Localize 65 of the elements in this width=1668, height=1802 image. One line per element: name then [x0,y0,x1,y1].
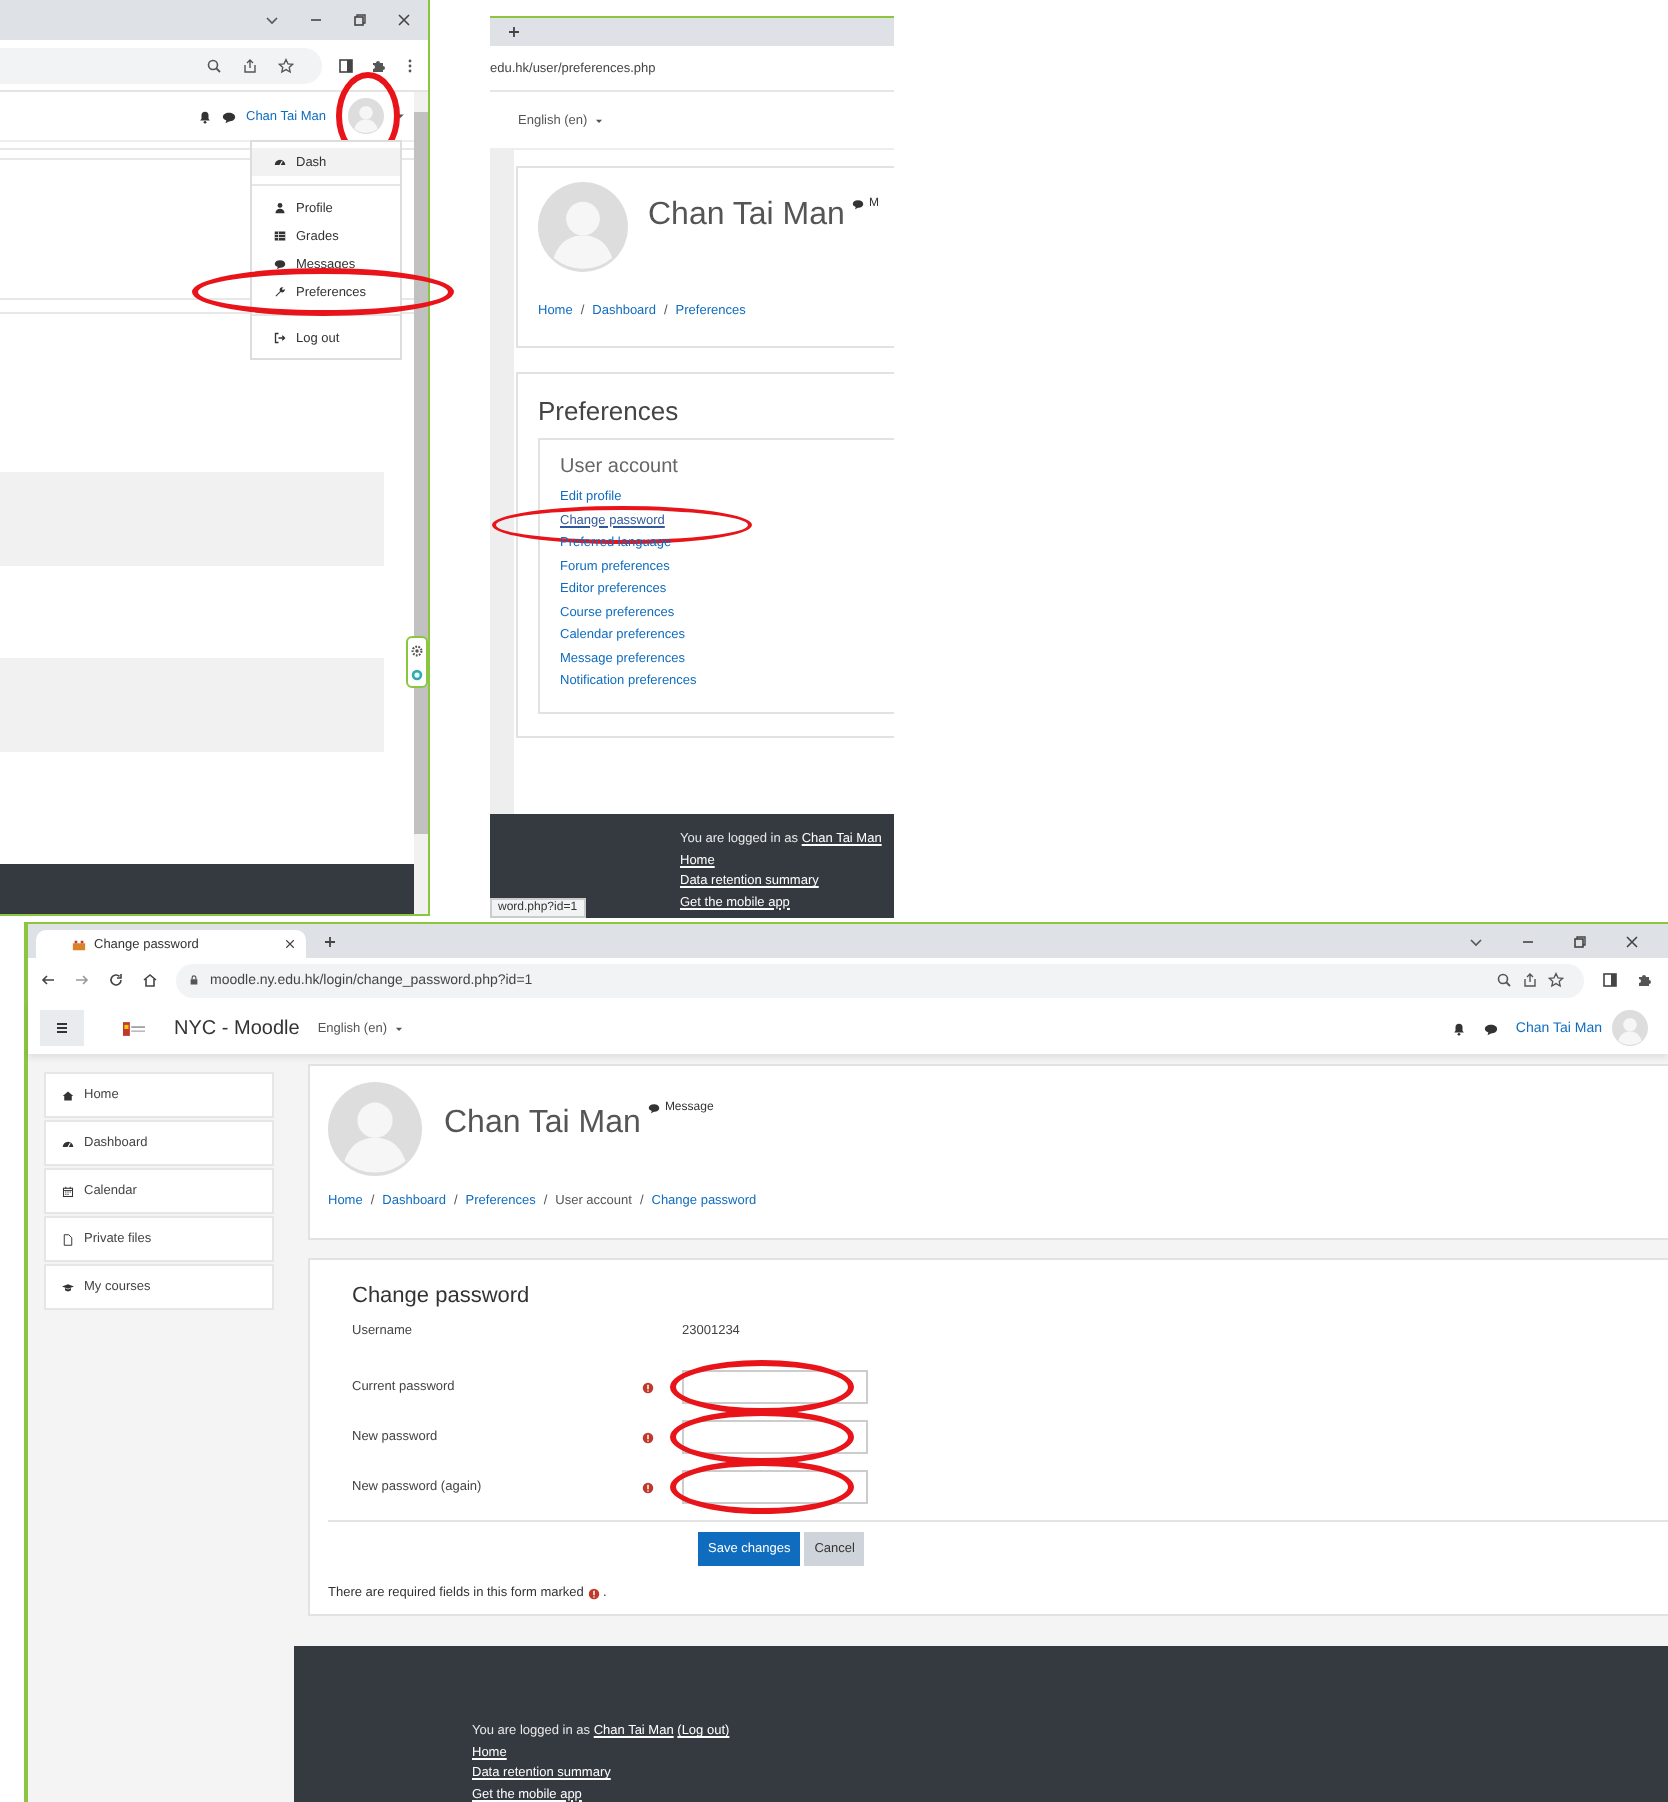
close-icon[interactable] [396,12,412,28]
share-icon[interactable] [1522,972,1538,988]
menu-icon [54,1020,70,1036]
plus-icon[interactable] [506,24,522,40]
gauge-icon [62,1137,74,1149]
section-heading: Preferences [538,396,681,426]
chat-icon[interactable] [222,109,236,123]
back-icon[interactable] [40,972,56,988]
subsection-heading: User account [560,456,680,478]
table-icon [274,230,286,242]
calendar-icon [62,1185,74,1197]
gear-icon[interactable] [410,643,424,657]
wrench-icon [274,286,286,298]
avatar-icon [348,98,384,134]
home-icon[interactable] [142,972,158,988]
close-icon[interactable] [1624,933,1640,949]
caret-icon [393,1023,403,1033]
close-icon[interactable] [284,938,296,950]
file-icon [62,1233,74,1245]
bell-icon[interactable] [1451,1021,1466,1035]
chat-icon[interactable] [852,198,865,210]
graduation-cap-icon [62,1281,74,1293]
logout-icon [274,332,286,344]
forward-icon[interactable] [74,972,90,988]
puzzle-icon[interactable] [370,57,386,73]
share-icon[interactable] [242,57,258,73]
side-panel-icon[interactable] [1602,972,1618,988]
chevron-icon[interactable] [264,12,280,28]
favicon-icon [72,937,86,951]
search-icon[interactable] [1496,972,1512,988]
restore-icon[interactable] [1572,933,1588,949]
restore-icon[interactable] [352,12,368,28]
form-title: Change password [352,1284,532,1308]
avatar-icon [1612,1010,1648,1046]
avatar-icon [328,1082,422,1176]
caret-icon[interactable] [394,110,406,122]
house-icon [62,1089,74,1101]
side-widget[interactable] [406,636,428,688]
star-icon[interactable] [1548,972,1564,988]
side-panel-icon[interactable] [338,57,354,73]
search-icon[interactable] [206,57,222,73]
site-name[interactable]: NYC - Moodle [174,1017,300,1039]
target-icon[interactable] [410,667,424,681]
gauge-icon [274,156,286,168]
chat-icon[interactable] [648,1102,661,1114]
puzzle-icon[interactable] [1636,972,1652,988]
password-field[interactable] [682,1420,868,1454]
profile-name: Chan Tai Man [444,1106,641,1142]
chat-icon[interactable] [1483,1021,1498,1035]
profile-name: Chan Tai Man [648,198,845,234]
user-icon [274,202,286,214]
caret-icon [593,115,604,125]
plus-icon[interactable] [322,933,338,949]
lock-icon [188,974,200,986]
required-icon [587,1587,600,1599]
password-field[interactable] [682,1470,868,1504]
password-field[interactable] [682,1370,868,1404]
chevron-icon[interactable] [1468,933,1484,949]
scrollbar[interactable] [414,92,428,914]
bell-icon[interactable] [198,109,212,123]
reload-icon[interactable] [108,972,124,988]
chat-icon [274,258,286,270]
star-icon[interactable] [278,57,294,73]
menu-button[interactable] [40,1010,84,1046]
avatar-icon [538,182,628,272]
